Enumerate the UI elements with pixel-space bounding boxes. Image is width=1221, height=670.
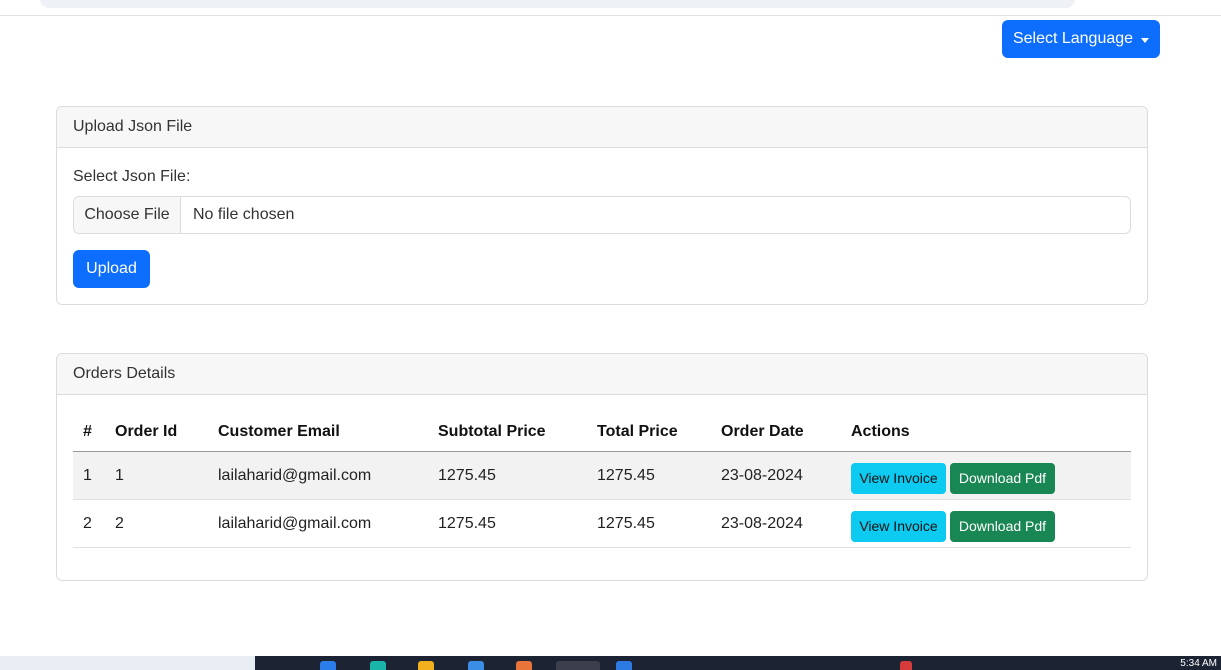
- order-id: 1: [105, 451, 208, 500]
- app-icon[interactable]: [370, 661, 386, 670]
- notification-icon[interactable]: [900, 661, 912, 670]
- clock[interactable]: 5:34 AM: [1180, 658, 1217, 669]
- download-pdf-button[interactable]: Download Pdf: [950, 511, 1055, 542]
- order-date: 23-08-2024: [711, 499, 841, 548]
- select-language-label: Select Language: [1012, 30, 1134, 47]
- column-header: Total Price: [587, 412, 711, 452]
- column-header: Subtotal Price: [428, 412, 587, 452]
- download-pdf-button[interactable]: Download Pdf: [950, 463, 1055, 494]
- order-date: 23-08-2024: [711, 451, 841, 500]
- choose-file-button[interactable]: Choose File: [74, 197, 181, 233]
- column-header: Actions: [841, 412, 1131, 452]
- file-field-label: Select Json File:: [73, 168, 191, 185]
- column-header: #: [73, 412, 105, 452]
- file-input[interactable]: Choose File No file chosen: [73, 196, 1131, 234]
- orders-card-title: Orders Details: [57, 354, 1147, 395]
- edge-icon[interactable]: [320, 661, 336, 670]
- column-header: Order Date: [711, 412, 841, 452]
- caret-down-icon: [1141, 37, 1150, 43]
- browser-chrome: [0, 0, 1221, 16]
- total-price: 1275.45: [587, 451, 711, 500]
- table-row: 1 1 lailaharid@gmail.com 1275.45 1275.45…: [73, 451, 1131, 500]
- row-number: 1: [73, 451, 105, 500]
- subtotal-price: 1275.45: [428, 499, 587, 548]
- orders-table: # Order Id Customer Email Subtotal Price…: [73, 412, 1131, 548]
- order-id: 2: [105, 499, 208, 548]
- row-actions: View Invoice Download Pdf: [841, 499, 1131, 548]
- table-header-row: # Order Id Customer Email Subtotal Price…: [73, 412, 1131, 452]
- select-language-button[interactable]: Select Language: [1002, 20, 1160, 58]
- store-icon[interactable]: [468, 661, 484, 670]
- customer-email: lailaharid@gmail.com: [208, 451, 428, 500]
- table-row: 2 2 lailaharid@gmail.com 1275.45 1275.45…: [73, 499, 1131, 548]
- customer-email: lailaharid@gmail.com: [208, 499, 428, 548]
- taskbar: 5:34 AM: [0, 656, 1221, 670]
- address-bar[interactable]: [40, 0, 1075, 8]
- view-invoice-button[interactable]: View Invoice: [851, 463, 946, 494]
- upload-json-card: Upload Json File Select Json File: Choos…: [56, 106, 1148, 305]
- file-status-text: No file chosen: [193, 206, 295, 223]
- upload-card-title: Upload Json File: [57, 107, 1147, 148]
- subtotal-price: 1275.45: [428, 451, 587, 500]
- taskbar-search-area[interactable]: [0, 656, 255, 670]
- row-actions: View Invoice Download Pdf: [841, 451, 1131, 500]
- vscode-icon[interactable]: [616, 661, 632, 670]
- row-number: 2: [73, 499, 105, 548]
- view-invoice-button[interactable]: View Invoice: [851, 511, 946, 542]
- total-price: 1275.45: [587, 499, 711, 548]
- column-header: Order Id: [105, 412, 208, 452]
- folder-icon[interactable]: [418, 661, 434, 670]
- app-icon[interactable]: [516, 661, 532, 670]
- chrome-icon[interactable]: [556, 661, 600, 670]
- orders-details-card: Orders Details # Order Id Customer Email…: [56, 353, 1148, 581]
- column-header: Customer Email: [208, 412, 428, 452]
- upload-button[interactable]: Upload: [73, 250, 150, 288]
